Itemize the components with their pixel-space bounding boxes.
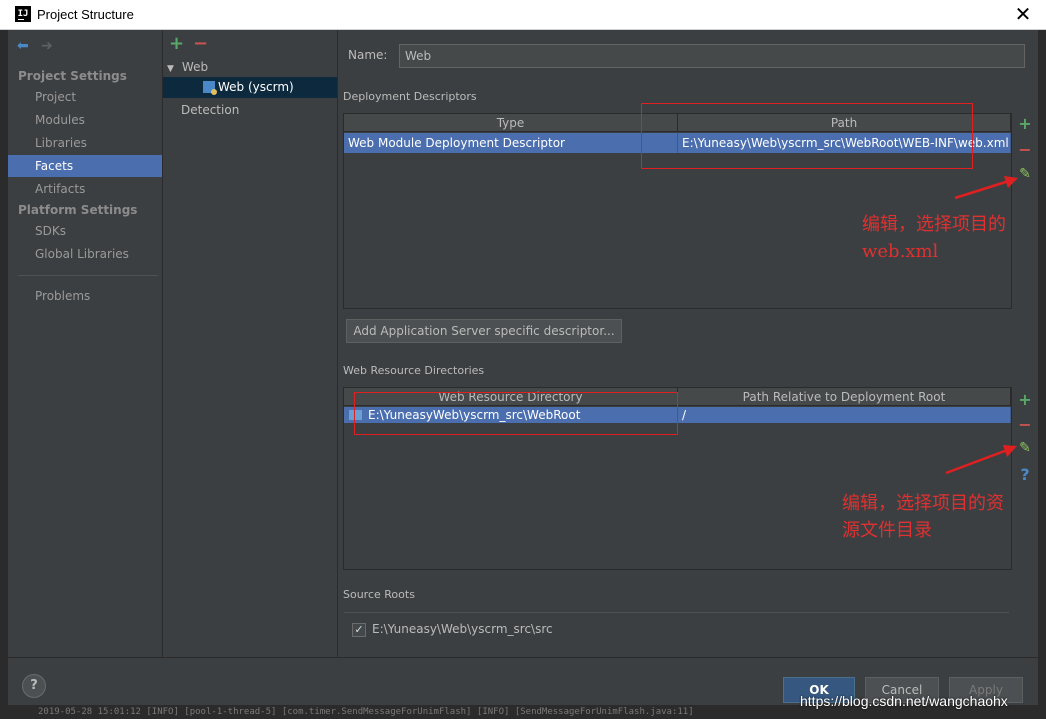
settings-navigation: ⬅ ➔ Project Settings Project Modules Lib… [8, 30, 163, 657]
web-facet-icon [203, 81, 217, 95]
tree-node-detection[interactable]: Detection [163, 100, 337, 120]
table-row[interactable]: Web Module Deployment Descriptor E:\Yune… [344, 133, 1011, 153]
source-root-row: ✓ E:\Yuneasy\Web\yscrm_src\src [344, 612, 1009, 646]
web-resource-directories-title: Web Resource Directories [343, 364, 485, 377]
annotation-line: 编辑，选择项目的 [862, 214, 1006, 235]
nav-item-artifacts[interactable]: Artifacts [8, 178, 162, 200]
source-root-path: E:\Yuneasy\Web\yscrm_src\src [372, 622, 553, 636]
tree-node-web-label: Web [181, 60, 209, 74]
source-roots-title: Source Roots [343, 588, 415, 601]
column-header-relative-path[interactable]: Path Relative to Deployment Root [678, 388, 1011, 406]
annotation-edit-webxml: 编辑，选择项目的 web.xml [862, 211, 1006, 265]
nav-item-modules[interactable]: Modules [8, 109, 162, 131]
tree-node-facet-label: Web (yscrm) [218, 80, 294, 94]
add-server-descriptor-button[interactable]: Add Application Server specific descript… [346, 319, 622, 343]
resource-directory-value: E:\YuneasyWeb\yscrm_src\WebRoot [368, 408, 581, 422]
annotation-line: 编辑，选择项目的资 [842, 493, 1004, 514]
nav-item-project[interactable]: Project [8, 86, 162, 108]
expand-arrow-icon[interactable]: ▼ [167, 64, 174, 74]
watermark-url: https://blog.csdn.net/wangchaohx [800, 693, 1008, 709]
deployment-descriptors-title: Deployment Descriptors [343, 90, 477, 103]
nav-item-sdks[interactable]: SDKs [8, 220, 162, 242]
annotation-edit-resource-dir: 编辑，选择项目的资 源文件目录 [842, 490, 1004, 544]
add-resource-icon[interactable]: + [1012, 390, 1038, 409]
web-resource-toolbar: + − ✎ ? [1012, 390, 1038, 570]
close-icon[interactable]: ✕ [1012, 3, 1034, 25]
intellij-app-icon: IJ [15, 6, 31, 22]
edit-descriptor-icon[interactable]: ✎ [1012, 166, 1038, 182]
remove-facet-button[interactable]: − [193, 33, 208, 54]
nav-item-global-libraries[interactable]: Global Libraries [8, 243, 162, 265]
remove-resource-icon[interactable]: − [1012, 415, 1038, 434]
platform-settings-header: Platform Settings [18, 203, 138, 217]
add-facet-button[interactable]: + [169, 33, 184, 54]
folder-icon [349, 410, 362, 420]
background-ide-right-edge [1038, 30, 1046, 719]
facet-tree: + − ▼ Web Web (yscrm) Detection [163, 30, 338, 657]
nav-item-libraries[interactable]: Libraries [8, 132, 162, 154]
deployment-descriptors-toolbar: + − ✎ [1012, 114, 1038, 310]
forward-arrow-icon[interactable]: ➔ [41, 38, 53, 54]
help-button[interactable]: ? [22, 674, 46, 698]
facet-settings-panel: Name: Deployment Descriptors Type Path W… [338, 30, 1038, 657]
project-settings-header: Project Settings [18, 69, 127, 83]
background-ide-left-edge [0, 30, 8, 719]
nav-separator [18, 275, 158, 276]
table-row[interactable]: E:\YuneasyWeb\yscrm_src\WebRoot / [344, 407, 1011, 423]
edit-resource-icon[interactable]: ✎ [1012, 440, 1038, 456]
source-root-checkbox[interactable]: ✓ [352, 623, 366, 637]
descriptor-path-cell[interactable]: E:\Yuneasy\Web\yscrm_src\WebRoot\WEB-INF… [678, 133, 1011, 153]
remove-descriptor-icon[interactable]: − [1012, 140, 1038, 159]
help-icon[interactable]: ? [1012, 465, 1038, 484]
resource-directory-cell[interactable]: E:\YuneasyWeb\yscrm_src\WebRoot [344, 407, 678, 423]
name-input[interactable] [399, 44, 1025, 68]
descriptor-type-cell[interactable]: Web Module Deployment Descriptor [344, 133, 678, 153]
column-header-path[interactable]: Path [678, 114, 1011, 132]
name-label: Name: [348, 48, 388, 62]
column-header-web-resource-directory[interactable]: Web Resource Directory [344, 388, 678, 406]
title-bar: IJ Project Structure ✕ [0, 0, 1046, 30]
relative-path-cell[interactable]: / [678, 407, 1011, 423]
column-header-type[interactable]: Type [344, 114, 678, 132]
annotation-line: 源文件目录 [842, 520, 932, 541]
add-descriptor-icon[interactable]: + [1012, 114, 1038, 133]
nav-item-facets[interactable]: Facets [8, 155, 162, 177]
tree-node-web-facet[interactable]: Web (yscrm) [163, 77, 337, 98]
nav-item-problems[interactable]: Problems [8, 285, 162, 307]
back-arrow-icon[interactable]: ⬅ [17, 38, 29, 54]
annotation-line: web.xml [862, 241, 939, 262]
tree-node-web[interactable]: ▼ Web [163, 57, 337, 77]
window-title: Project Structure [37, 7, 134, 22]
